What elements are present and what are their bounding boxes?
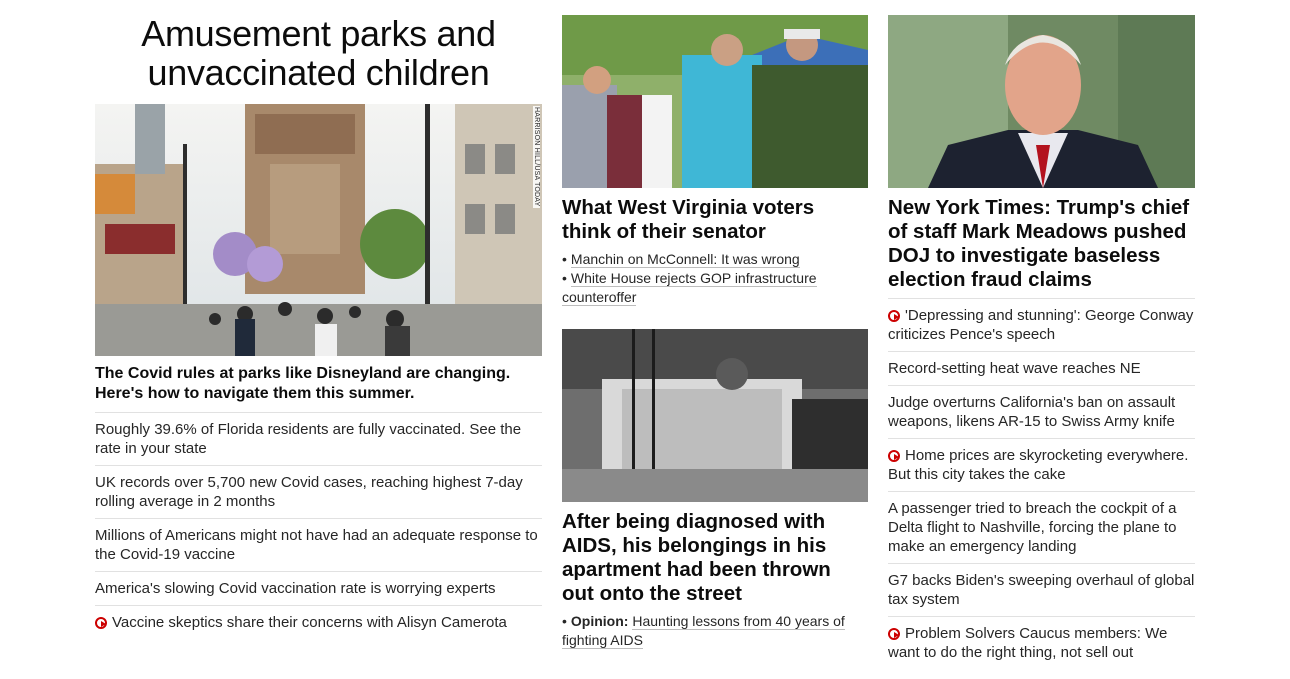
amusement-park-photo[interactable]: HARRISON HILL/USA TODAY: [95, 104, 542, 356]
video-play-icon: [888, 310, 900, 322]
mark-meadows-photo[interactable]: [888, 15, 1195, 188]
list-item[interactable]: G7 backs Biden's sweeping overhaul of gl…: [888, 563, 1195, 616]
list-item[interactable]: America's slowing Covid vaccination rate…: [95, 571, 542, 605]
opinion-label: Opinion:: [570, 613, 629, 629]
list-item[interactable]: Home prices are skyrocketing everywhere.…: [888, 438, 1195, 491]
video-play-icon: [888, 450, 900, 462]
list-item[interactable]: UK records over 5,700 new Covid cases, r…: [95, 465, 542, 518]
main-headline[interactable]: The Covid rules at parks like Disneyland…: [95, 364, 542, 404]
story-sublinks: • Manchin on McConnell: It was wrong • Whi…: [562, 250, 868, 307]
list-item[interactable]: Millions of Americans might not have had…: [95, 518, 542, 571]
section-banner-title[interactable]: Amusement parks and unvaccinated childre…: [95, 14, 542, 92]
right-section: New York Times: Trump's chief of staff M…: [888, 0, 1195, 669]
list-item[interactable]: Roughly 39.6% of Florida residents are f…: [95, 412, 542, 465]
list-item[interactable]: Vaccine skeptics share their concerns wi…: [95, 605, 542, 639]
sublink[interactable]: White House rejects GOP infrastructure c…: [562, 270, 817, 306]
list-item[interactable]: A passenger tried to breach the cockpit …: [888, 491, 1195, 563]
list-item[interactable]: Problem Solvers Caucus members: We want …: [888, 616, 1195, 669]
aids-patient-photo[interactable]: [562, 329, 868, 502]
list-item[interactable]: 'Depressing and stunning': George Conway…: [888, 298, 1195, 351]
amusement-parks-section: Amusement parks and unvaccinated childre…: [95, 0, 542, 639]
story-headline-west-virginia[interactable]: What West Virginia voters think of their…: [562, 196, 868, 244]
video-play-icon: [888, 628, 900, 640]
related-links-list: 'Depressing and stunning': George Conway…: [888, 298, 1195, 669]
photo-credit: HARRISON HILL/USA TODAY: [533, 106, 540, 208]
story-headline-aids[interactable]: After being diagnosed with AIDS, his bel…: [562, 510, 868, 606]
list-item: • Opinion: Haunting lessons from 40 years…: [562, 613, 845, 649]
related-links-list: Roughly 39.6% of Florida residents are f…: [95, 412, 542, 639]
sublink[interactable]: Manchin on McConnell: It was wrong: [570, 251, 800, 268]
list-item: • White House rejects GOP infrastructure …: [562, 270, 817, 306]
west-virginia-voters-photo[interactable]: [562, 15, 868, 188]
story-sublinks: • Opinion: Haunting lessons from 40 years…: [562, 612, 868, 650]
list-item: • Manchin on McConnell: It was wrong: [562, 251, 800, 268]
list-item[interactable]: Judge overturns California's ban on assa…: [888, 385, 1195, 438]
middle-section: What West Virginia voters think of their…: [562, 0, 868, 650]
story-headline-meadows[interactable]: New York Times: Trump's chief of staff M…: [888, 196, 1195, 292]
video-play-icon: [95, 617, 107, 629]
list-item[interactable]: Record-setting heat wave reaches NE: [888, 351, 1195, 385]
